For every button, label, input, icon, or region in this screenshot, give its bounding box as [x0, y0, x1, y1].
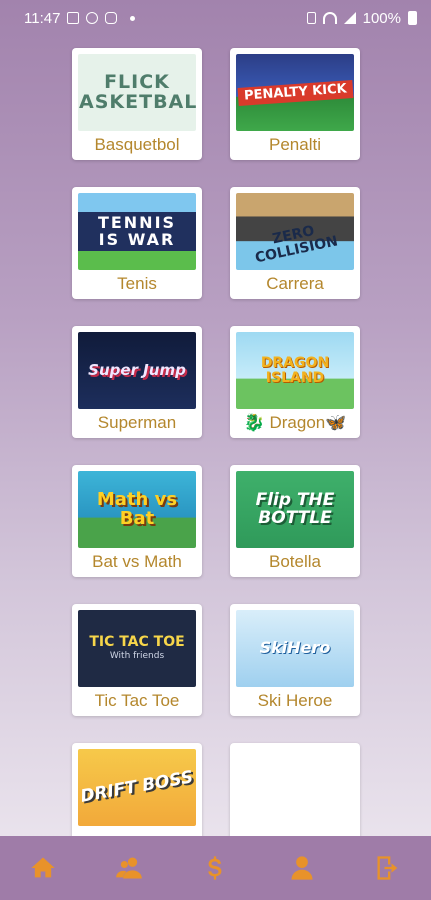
thumbnail-title: Super Jump [88, 360, 186, 379]
game-label: Tic Tac Toe [94, 691, 180, 710]
game-card-botella[interactable]: Flip THE BOTTLE Botella [230, 465, 360, 577]
users-icon [116, 857, 143, 879]
nav-logout[interactable] [368, 848, 408, 888]
gallery-icon [67, 12, 80, 24]
game-card-drift-boss[interactable]: DRIFT BOSS [72, 743, 202, 836]
thumbnail-title-main: TIC TAC TOE [89, 634, 185, 651]
game-label: 🐉 Dragon🦋 [243, 413, 347, 432]
status-bar: 11:47 100% [0, 0, 431, 36]
game-card-basquetbol[interactable]: FLICK BASKETBALL Basquetbol [72, 48, 202, 160]
game-card-tenis[interactable]: TENNIS IS WAR Tenis [72, 187, 202, 299]
game-card-superman[interactable]: Super Jump Superman [72, 326, 202, 438]
thumbnail-title: DRAGON ISLAND [260, 354, 330, 386]
user-icon [291, 856, 313, 880]
game-card-carrera[interactable]: ZERO COLLISION Carrera [230, 187, 360, 299]
game-thumbnail[interactable]: PENALTY KICK [236, 54, 354, 131]
game-label: Tenis [117, 274, 157, 293]
thumbnail-title: Flip THE BOTTLE [255, 489, 335, 528]
game-label: Bat vs Math [92, 552, 182, 571]
home-icon [31, 857, 55, 878]
game-label: Botella [269, 552, 321, 571]
game-thumbnail[interactable]: TIC TAC TOE With friends [78, 610, 196, 687]
hotspot-icon [322, 12, 337, 24]
thumbnail-title: ZERO COLLISION [253, 222, 340, 266]
sync-icon [86, 12, 99, 24]
game-label: Ski Heroe [257, 691, 333, 710]
games-grid: FLICK BASKETBALL Basquetbol PENALTY KICK… [0, 36, 431, 836]
game-thumbnail[interactable]: FLICK BASKETBALL [78, 54, 196, 131]
battery-icon [408, 11, 417, 25]
battery-saver-icon [306, 12, 316, 24]
signal-icon [343, 12, 356, 24]
game-card-empty[interactable] [230, 743, 360, 836]
game-thumbnail[interactable]: ZERO COLLISION [236, 193, 354, 270]
game-label: Superman [97, 413, 177, 432]
more-notifications-icon [130, 15, 136, 21]
game-card-ski-heroe[interactable]: SkiHero Ski Heroe [230, 604, 360, 716]
thumbnail-title: Math vs Bat [96, 488, 178, 529]
logout-icon [377, 856, 398, 880]
game-card-tic-tac-toe[interactable]: TIC TAC TOE With friends Tic Tac Toe [72, 604, 202, 716]
nav-home[interactable] [23, 848, 63, 888]
thumbnail-title: FLICK BASKETBALL [78, 70, 196, 113]
game-card-dragon[interactable]: DRAGON ISLAND 🐉 Dragon🦋 [230, 326, 360, 438]
game-thumbnail[interactable]: Flip THE BOTTLE [236, 471, 354, 548]
game-thumbnail[interactable]: DRAGON ISLAND [236, 332, 354, 409]
instagram-icon [105, 12, 118, 24]
nav-profile[interactable] [282, 848, 322, 888]
game-thumbnail[interactable]: SkiHero [236, 610, 354, 687]
battery-percent: 100% [362, 9, 401, 27]
game-label: Carrera [266, 274, 324, 293]
game-thumbnail[interactable]: Math vs Bat [78, 471, 196, 548]
game-card-bat-vs-math[interactable]: Math vs Bat Bat vs Math [72, 465, 202, 577]
bottom-nav [0, 836, 431, 900]
game-label: Basquetbol [94, 135, 180, 154]
status-time: 11:47 [24, 9, 61, 27]
game-thumbnail[interactable]: DRIFT BOSS [78, 749, 196, 826]
thumbnail-title: SkiHero [259, 638, 331, 658]
status-right: 100% [306, 9, 417, 27]
game-thumbnail[interactable]: TENNIS IS WAR [78, 193, 196, 270]
thumbnail-title: TENNIS IS WAR [78, 211, 196, 252]
game-label: Penalti [269, 135, 321, 154]
thumbnail-title: DRIFT BOSS [78, 766, 195, 807]
game-thumbnail[interactable]: Super Jump [78, 332, 196, 409]
thumbnail-title: PENALTY KICK [237, 79, 353, 106]
dollar-icon [208, 856, 222, 880]
status-left: 11:47 [24, 9, 136, 27]
nav-users[interactable] [109, 848, 149, 888]
nav-money[interactable] [195, 848, 235, 888]
thumbnail-title: TIC TAC TOE With friends [89, 635, 184, 661]
thumbnail-subtitle: With friends [109, 651, 165, 662]
game-thumbnail [236, 749, 354, 826]
game-card-penalti[interactable]: PENALTY KICK Penalti [230, 48, 360, 160]
